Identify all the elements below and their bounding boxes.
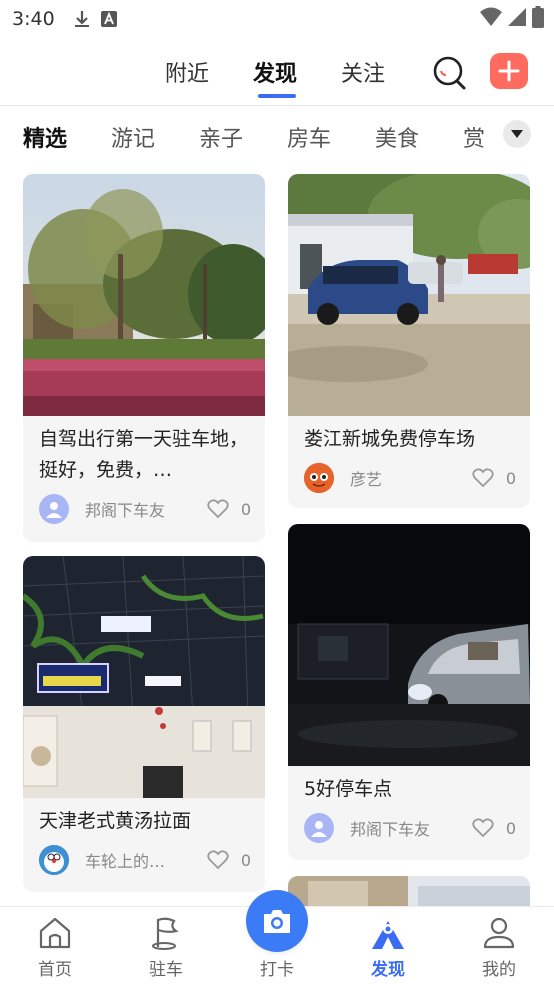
feed-card[interactable]: 娄江新城免费停车场 彦艺 0 bbox=[288, 174, 530, 508]
search-button[interactable] bbox=[430, 54, 470, 92]
feed-card[interactable] bbox=[288, 876, 530, 907]
triangle-down-icon bbox=[511, 130, 523, 138]
like-button[interactable]: 0 bbox=[472, 818, 516, 838]
active-tab-indicator bbox=[258, 94, 296, 98]
trees-and-flowers-photo bbox=[23, 174, 265, 416]
tab-following[interactable]: 关注 bbox=[341, 56, 385, 88]
bottom-nav-label: 首页 bbox=[38, 960, 72, 980]
heart-icon bbox=[472, 468, 494, 488]
tab-nearby[interactable]: 附近 bbox=[165, 56, 209, 88]
bottom-nav-home[interactable]: 首页 bbox=[0, 907, 110, 984]
card-author: 邦阁下车友 bbox=[350, 820, 431, 839]
signal-icon bbox=[508, 8, 526, 26]
home-icon bbox=[39, 917, 71, 949]
restaurant-interior-photo bbox=[23, 556, 265, 798]
feed-card[interactable]: 自驾出行第一天驻车地，挺好，免费，… 邦阁下车友 0 bbox=[23, 174, 265, 542]
rv-at-night-photo bbox=[288, 524, 530, 766]
feed-card[interactable]: 5好停车点 邦阁下车友 0 bbox=[288, 524, 530, 860]
blue-suv-parking-photo bbox=[288, 174, 530, 416]
like-count: 0 bbox=[240, 850, 251, 870]
checkin-camera-button[interactable] bbox=[246, 890, 308, 952]
avatar bbox=[39, 845, 69, 875]
default-user-avatar-icon bbox=[46, 502, 62, 518]
status-bar: 3:40 bbox=[0, 0, 554, 38]
avatar bbox=[304, 463, 334, 493]
app-notification-icon bbox=[100, 11, 117, 27]
card-meta: 彦艺 0 bbox=[288, 455, 530, 493]
bottom-nav-label: 驻车 bbox=[149, 960, 183, 980]
bottom-nav-label: 我的 bbox=[482, 960, 516, 980]
feed: 自驾出行第一天驻车地，挺好，免费，… 邦阁下车友 0 娄江新城免费停车场 彦艺 … bbox=[0, 162, 554, 907]
camera-icon bbox=[264, 910, 290, 933]
nav-divider bbox=[0, 105, 554, 106]
card-title: 5好停车点 bbox=[304, 778, 393, 800]
category-travel-notes[interactable]: 游记 bbox=[111, 121, 155, 153]
feed-card[interactable]: 天津老式黄汤拉面 车轮上的… 0 bbox=[23, 556, 265, 892]
battery-icon bbox=[532, 6, 544, 28]
flag-icon bbox=[152, 917, 179, 950]
category-appreciate[interactable]: 赏 bbox=[463, 121, 493, 153]
default-user-avatar-icon bbox=[311, 821, 327, 837]
like-count: 0 bbox=[240, 499, 251, 519]
like-count: 0 bbox=[505, 818, 516, 838]
heart-icon bbox=[207, 499, 229, 519]
card-title: 自驾出行第一天驻车地，挺好，免费，… bbox=[39, 428, 249, 481]
card-image bbox=[288, 876, 530, 907]
bottom-nav-discover[interactable]: 发现 bbox=[333, 907, 443, 984]
card-author: 车轮上的… bbox=[85, 852, 166, 871]
bottom-nav-label: 打卡 bbox=[260, 960, 294, 980]
download-icon bbox=[74, 11, 89, 27]
wifi-icon bbox=[480, 7, 502, 26]
heart-icon bbox=[472, 818, 494, 838]
add-post-button[interactable] bbox=[490, 53, 528, 89]
card-meta: 车轮上的… 0 bbox=[23, 837, 265, 875]
card-meta: 邦阁下车友 0 bbox=[23, 486, 265, 524]
like-count: 0 bbox=[505, 468, 516, 488]
category-more-button[interactable] bbox=[503, 120, 531, 148]
user-icon bbox=[483, 917, 515, 949]
card-author: 邦阁下车友 bbox=[85, 501, 166, 520]
bottom-nav-profile[interactable]: 我的 bbox=[444, 907, 554, 984]
status-time: 3:40 bbox=[12, 8, 55, 30]
cartoon-cat-avatar-icon bbox=[39, 845, 69, 875]
like-button[interactable]: 0 bbox=[207, 499, 251, 519]
category-food[interactable]: 美食 bbox=[375, 121, 419, 153]
card-image bbox=[23, 174, 265, 416]
card-image bbox=[288, 524, 530, 766]
orange-fish-avatar-icon bbox=[304, 463, 334, 493]
mountain-icon bbox=[372, 921, 404, 949]
bottom-nav-parking[interactable]: 驻车 bbox=[111, 907, 221, 984]
like-button[interactable]: 0 bbox=[472, 468, 516, 488]
card-author: 彦艺 bbox=[350, 470, 383, 489]
like-button[interactable]: 0 bbox=[207, 850, 251, 870]
tab-discover[interactable]: 发现 bbox=[253, 56, 297, 88]
category-tabs: 精选 游记 亲子 房车 美食 赏 bbox=[0, 108, 554, 162]
bottom-nav-label: 发现 bbox=[371, 960, 405, 980]
card-meta: 邦阁下车友 0 bbox=[288, 805, 530, 843]
top-nav: 附近 发现 关注 bbox=[0, 40, 554, 106]
category-family[interactable]: 亲子 bbox=[199, 121, 243, 153]
plus-icon bbox=[498, 60, 520, 82]
category-rv[interactable]: 房车 bbox=[287, 121, 331, 153]
card-image bbox=[288, 174, 530, 416]
search-icon bbox=[433, 56, 466, 90]
card-title: 娄江新城免费停车场 bbox=[304, 428, 476, 450]
category-featured[interactable]: 精选 bbox=[23, 121, 67, 153]
avatar bbox=[39, 494, 69, 524]
card-title: 天津老式黄汤拉面 bbox=[39, 810, 192, 832]
heart-icon bbox=[207, 850, 229, 870]
avatar bbox=[304, 813, 334, 843]
card-image bbox=[23, 556, 265, 798]
